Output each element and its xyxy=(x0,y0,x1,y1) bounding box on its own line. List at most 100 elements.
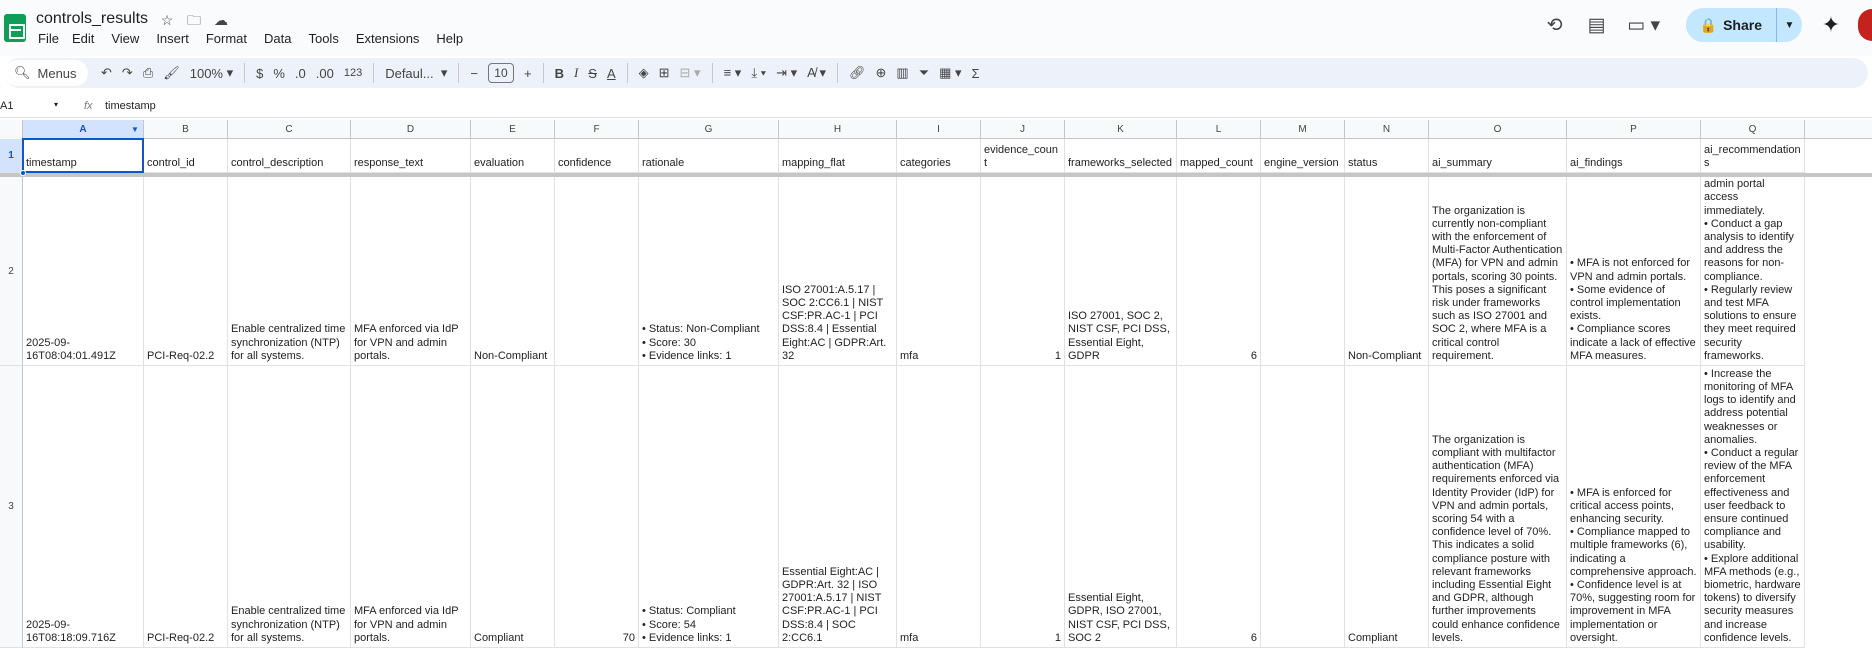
number-format-button[interactable]: 123 xyxy=(339,60,367,86)
cloud-status-icon[interactable]: ☁ xyxy=(212,11,230,29)
table-cell[interactable]: • MFA is not enforced for VPN and admin … xyxy=(1567,177,1701,366)
table-cell[interactable]: The organization is compliant with multi… xyxy=(1429,366,1567,648)
header-cell-confidence[interactable]: confidence xyxy=(555,139,639,173)
formula-input[interactable]: timestamp xyxy=(105,100,156,112)
table-cell[interactable]: PCI-Req-02.2 xyxy=(144,366,228,648)
table-cell[interactable]: Compliant xyxy=(1345,366,1429,648)
merge-cells-icon[interactable]: ⊟ ▾ xyxy=(675,60,706,86)
header-cell-evaluation[interactable]: evaluation xyxy=(471,139,555,173)
menu-format[interactable]: Format xyxy=(206,31,255,46)
star-icon[interactable]: ☆ xyxy=(158,11,176,29)
font-select[interactable]: Defaul... ▾ xyxy=(380,60,452,86)
row-header-2[interactable]: 2 xyxy=(0,177,23,366)
header-cell-control-id[interactable]: control_id xyxy=(144,139,228,173)
column-header-h[interactable]: H xyxy=(779,120,897,139)
column-header-k[interactable]: K xyxy=(1065,120,1177,139)
share-dropdown-icon[interactable]: ▼ xyxy=(1776,8,1802,42)
column-header-i[interactable]: I xyxy=(897,120,981,139)
filter-views-icon[interactable]: ▦ ▾ xyxy=(934,60,966,86)
table-cell[interactable]: 6 xyxy=(1177,366,1261,648)
font-size-increase-icon[interactable]: + xyxy=(519,60,537,86)
column-header-j[interactable]: J xyxy=(981,120,1065,139)
column-header-o[interactable]: O xyxy=(1429,120,1567,139)
document-title[interactable]: controls_results xyxy=(36,10,148,28)
column-header-b[interactable]: B xyxy=(144,120,228,139)
table-cell[interactable] xyxy=(1261,366,1345,648)
column-header-g[interactable]: G xyxy=(639,120,779,139)
print-icon[interactable]: ⎙ xyxy=(138,60,158,86)
insert-link-icon[interactable]: 🔗︎ xyxy=(844,60,871,86)
meet-icon[interactable]: ▭ ▾ xyxy=(1622,8,1666,42)
table-cell[interactable]: The organization is currently non-compli… xyxy=(1429,177,1567,366)
select-all-corner[interactable] xyxy=(0,120,23,139)
strikethrough-icon[interactable]: S xyxy=(583,60,602,86)
increase-decimal-button[interactable]: .00 xyxy=(311,60,339,86)
menu-view[interactable]: View xyxy=(111,31,147,46)
currency-format-button[interactable]: $ xyxy=(251,60,268,86)
table-cell[interactable]: 2025-09-16T08:04:01.491Z xyxy=(23,177,144,366)
move-folder-icon[interactable]: 🗀 xyxy=(185,11,203,29)
text-wrap-icon[interactable]: ⇥ ▾ xyxy=(771,60,802,86)
frozen-row-divider[interactable] xyxy=(0,173,1872,177)
table-cell[interactable] xyxy=(555,177,639,366)
menu-edit[interactable]: Edit xyxy=(72,31,102,46)
menu-data[interactable]: Data xyxy=(264,31,299,46)
header-cell-evidence-count[interactable]: evidence_count xyxy=(981,139,1065,173)
column-header-a[interactable]: A xyxy=(23,120,144,139)
header-cell-timestamp[interactable]: timestamp xyxy=(23,139,144,173)
table-cell[interactable]: Non-Compliant xyxy=(1345,177,1429,366)
text-color-icon[interactable]: A xyxy=(602,60,621,86)
table-cell[interactable]: ISO 27001, SOC 2, NIST CSF, PCI DSS, Ess… xyxy=(1065,177,1177,366)
menu-file[interactable]: File xyxy=(38,31,67,46)
insert-comment-icon[interactable]: ⊕ xyxy=(871,60,892,86)
column-header-q[interactable]: Q xyxy=(1701,120,1805,139)
redo-icon[interactable]: ↷ xyxy=(117,60,138,86)
fill-handle[interactable] xyxy=(20,170,26,176)
column-header-n[interactable]: N xyxy=(1345,120,1429,139)
decrease-decimal-button[interactable]: .0 xyxy=(290,60,311,86)
header-cell-ai-recommendations[interactable]: ai_recommendations xyxy=(1701,139,1805,173)
table-cell[interactable]: 1 xyxy=(981,366,1065,648)
column-header-e[interactable]: E xyxy=(471,120,555,139)
name-box[interactable]: A1 ▾ xyxy=(0,100,62,112)
gemini-sparkle-icon[interactable]: ✦ xyxy=(1818,12,1844,38)
zoom-select[interactable]: 100% ▾ xyxy=(185,60,238,86)
borders-icon[interactable]: ⊞ xyxy=(654,60,675,86)
table-cell[interactable]: Essential Eight, GDPR, ISO 27001, NIST C… xyxy=(1065,366,1177,648)
paint-format-icon[interactable]: 🖌︎ xyxy=(158,60,185,86)
table-cell[interactable]: Enable centralized time synchronization … xyxy=(228,177,351,366)
table-cell[interactable]: Non-Compliant xyxy=(471,177,555,366)
header-cell-mapping-flat[interactable]: mapping_flat xyxy=(779,139,897,173)
header-cell-control-description[interactable]: control_description xyxy=(228,139,351,173)
italic-icon[interactable]: I xyxy=(569,60,583,86)
header-cell-rationale[interactable]: rationale xyxy=(639,139,779,173)
table-cell[interactable]: 70 xyxy=(555,366,639,648)
table-cell[interactable]: Essential Eight:AC | GDPR:Art. 32 | ISO … xyxy=(779,366,897,648)
table-cell[interactable]: MFA enforced via IdP for VPN and admin p… xyxy=(351,366,471,648)
font-size-decrease-icon[interactable]: − xyxy=(465,60,483,86)
spreadsheet-grid[interactable]: A B C D E F G H I J K L M N O P Q ▼ 1 2 3 timestamp control_id… xyxy=(0,120,1872,648)
menu-help[interactable]: Help xyxy=(436,31,471,46)
table-cell[interactable]: 1 xyxy=(981,177,1065,366)
table-cell[interactable]: Enable centralized time synchronization … xyxy=(228,366,351,648)
row-header-1[interactable]: 1 xyxy=(0,139,23,173)
table-cell[interactable]: ISO 27001:A.5.17 | SOC 2:CC6.1 | NIST CS… xyxy=(779,177,897,366)
column-menu-icon[interactable]: ▼ xyxy=(131,125,139,134)
vertical-align-icon[interactable]: ⤓ ▾ xyxy=(746,60,771,86)
percent-format-button[interactable]: % xyxy=(268,60,290,86)
bold-icon[interactable]: B xyxy=(550,60,569,86)
table-cell[interactable]: • Status: Compliant • Score: 54 • Eviden… xyxy=(639,366,779,648)
font-size-input[interactable]: 10 xyxy=(487,63,514,83)
header-cell-response-text[interactable]: response_text xyxy=(351,139,471,173)
table-cell[interactable]: • Implement MFA for all VPN and admin po… xyxy=(1701,177,1805,366)
menu-tools[interactable]: Tools xyxy=(308,31,346,46)
header-cell-ai-findings[interactable]: ai_findings xyxy=(1567,139,1701,173)
undo-icon[interactable]: ↶ xyxy=(96,60,117,86)
header-cell-status[interactable]: status xyxy=(1345,139,1429,173)
table-cell[interactable]: • Status: Non-Compliant • Score: 30 • Ev… xyxy=(639,177,779,366)
column-header-p[interactable]: P xyxy=(1567,120,1701,139)
table-cell[interactable]: MFA enforced via IdP for VPN and admin p… xyxy=(351,177,471,366)
table-cell[interactable]: • MFA is enforced for critical access po… xyxy=(1567,366,1701,648)
version-history-icon[interactable]: ⟲ xyxy=(1538,8,1572,42)
header-cell-engine-version[interactable]: engine_version xyxy=(1261,139,1345,173)
